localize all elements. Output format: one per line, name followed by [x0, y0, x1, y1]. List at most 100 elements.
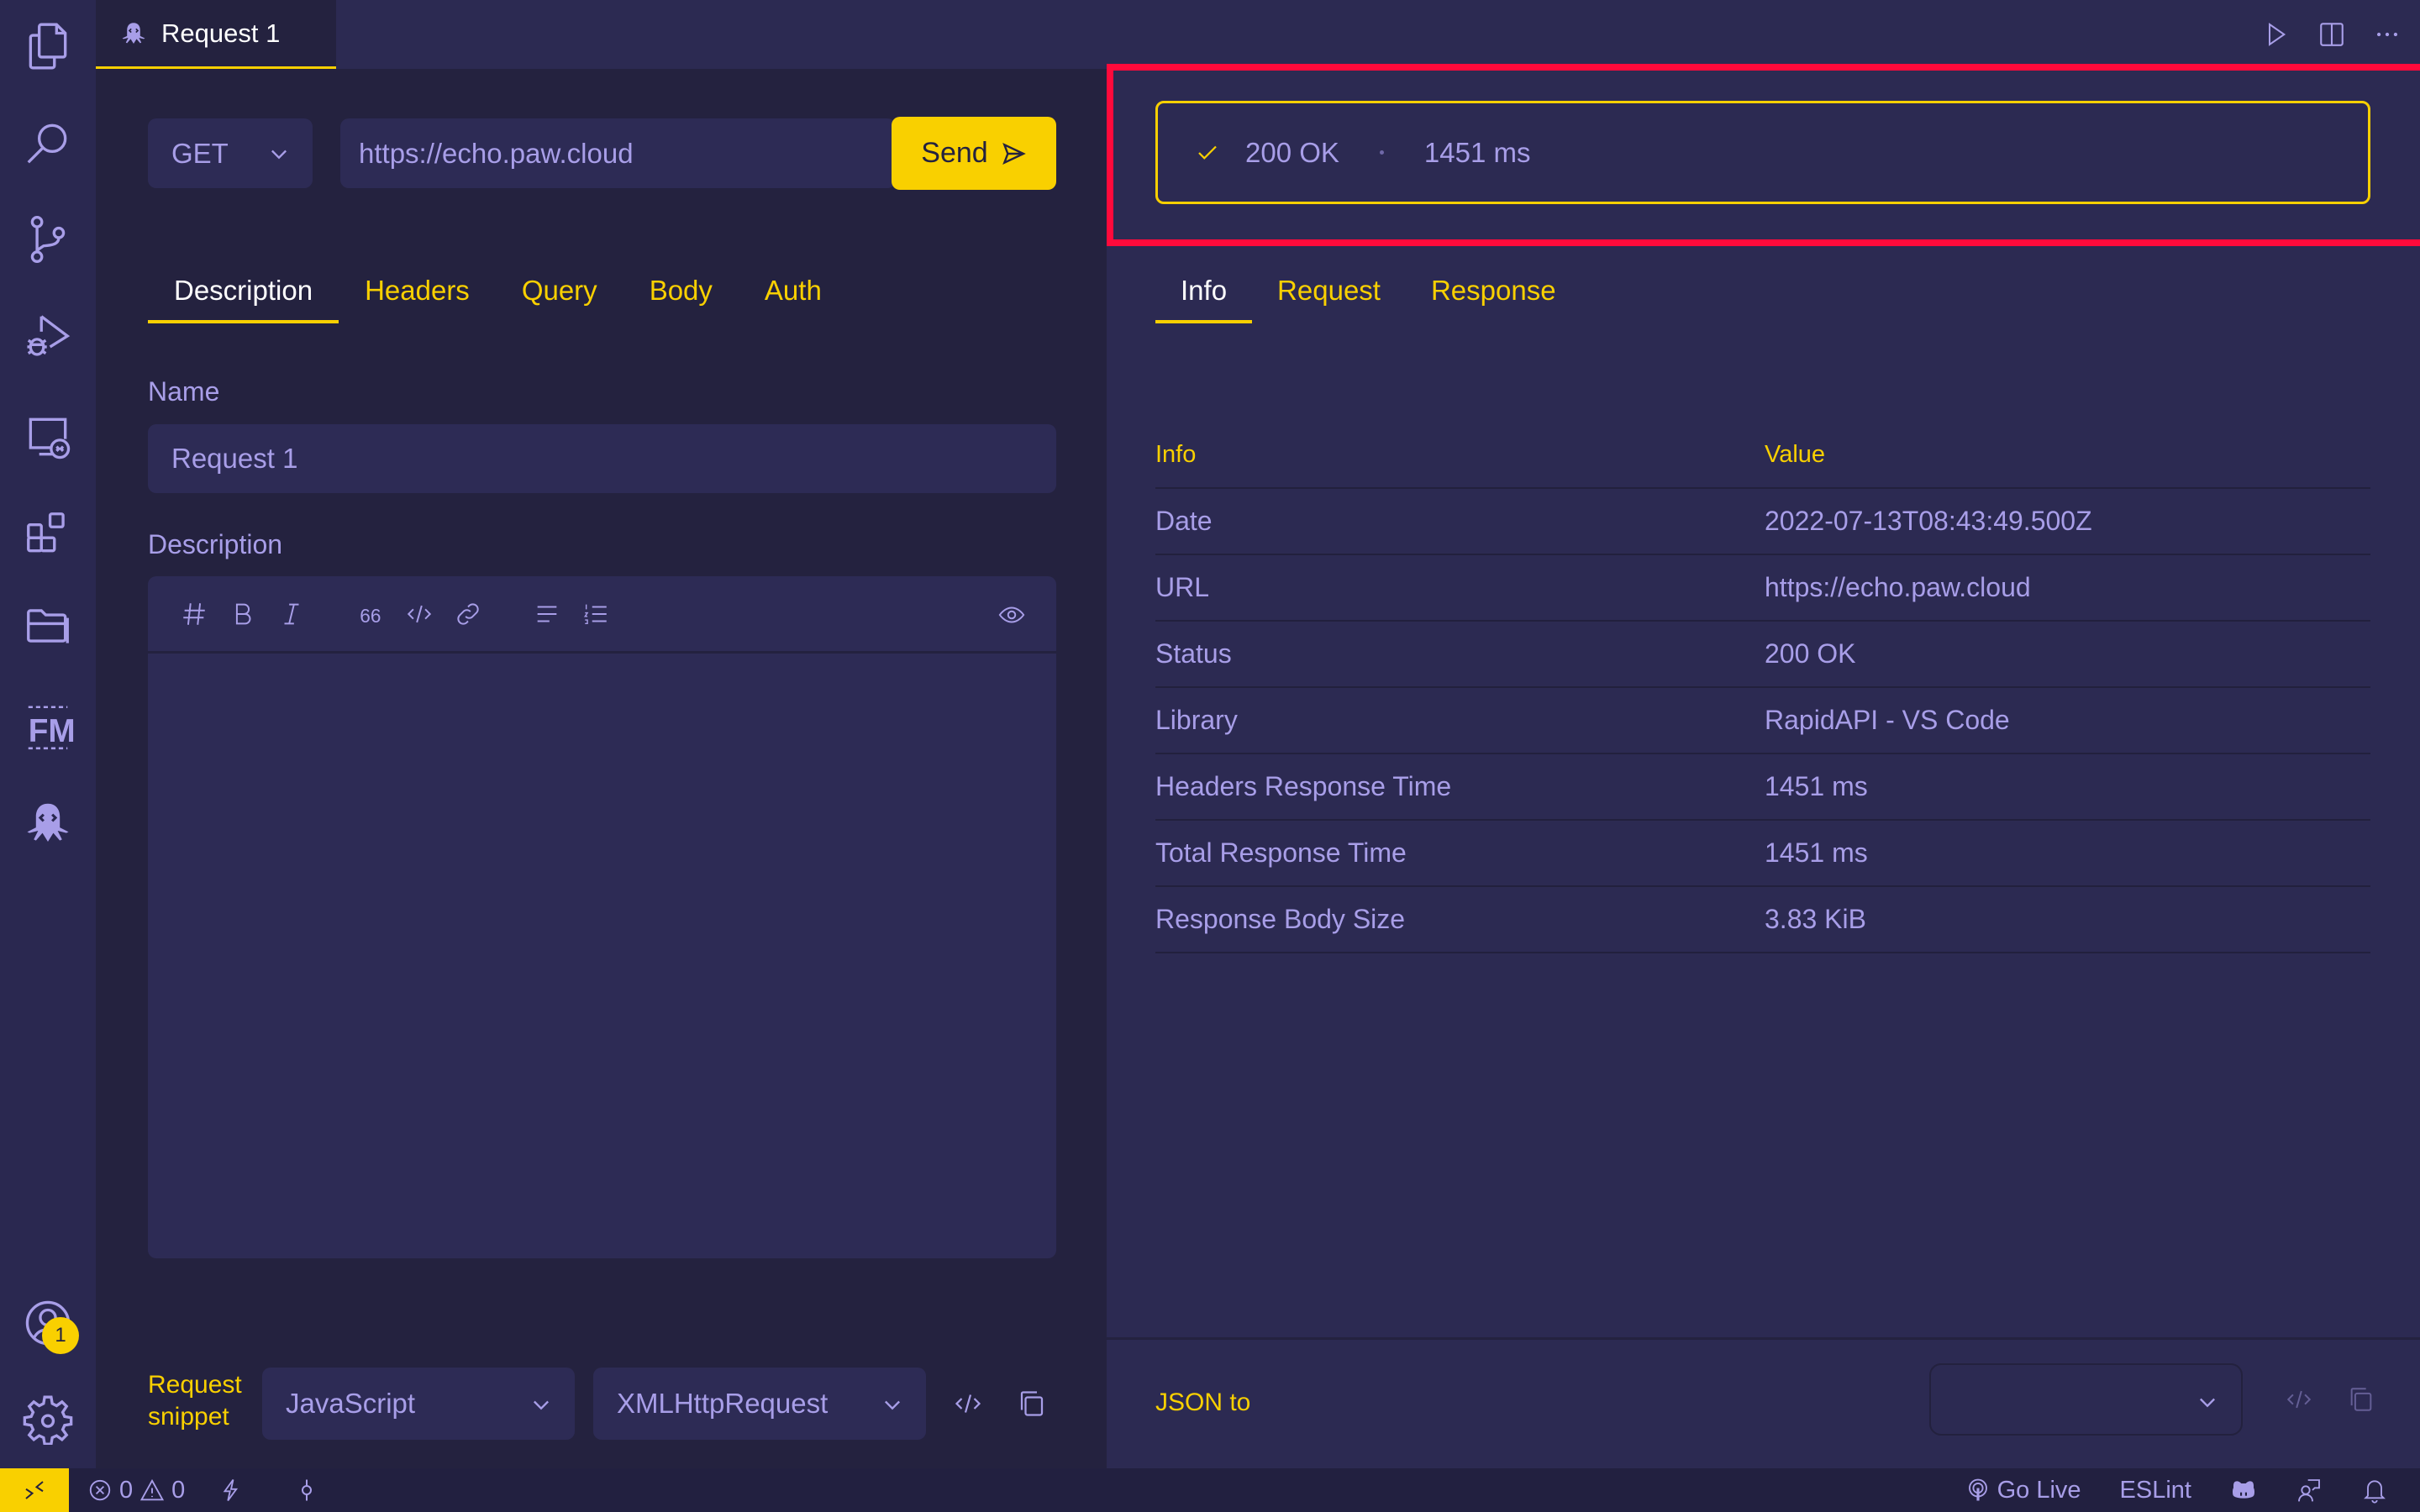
separator-dot — [1379, 150, 1384, 155]
preview-eye-icon[interactable] — [987, 591, 1036, 639]
chevron-down-icon — [267, 142, 291, 165]
json-generate-code-icon[interactable] — [2279, 1379, 2319, 1420]
copy-icon[interactable] — [1012, 1383, 1052, 1424]
method-select[interactable]: GET — [148, 118, 313, 188]
notifications-bell-icon[interactable] — [2353, 1468, 2396, 1512]
chevron-down-icon — [881, 1393, 904, 1416]
tab-request-1[interactable]: Request 1 — [96, 0, 336, 69]
tab-info[interactable]: Info — [1155, 258, 1253, 323]
lightning-icon[interactable] — [210, 1468, 252, 1512]
source-control-icon[interactable] — [18, 210, 77, 269]
go-live-button[interactable]: Go Live — [1957, 1468, 2090, 1512]
row-key: Library — [1155, 705, 1238, 735]
response-panel: 200 OK 1451 ms Info Request Response Inf… — [1107, 69, 2420, 1468]
chevron-down-icon — [529, 1393, 553, 1416]
go-live-label: Go Live — [1996, 1476, 2081, 1504]
heading-icon[interactable] — [170, 590, 218, 638]
run-debug-icon[interactable] — [18, 307, 77, 365]
request-snippet-label: Request snippet — [148, 1369, 242, 1433]
eslint-button[interactable]: ESLint — [2112, 1468, 2200, 1512]
row-key: Date — [1155, 506, 1213, 536]
row-value: 2022-07-13T08:43:49.500Z — [1765, 506, 2092, 536]
tab-query[interactable]: Query — [496, 258, 623, 323]
request-tabs: Description Headers Query Body Auth — [148, 258, 848, 323]
error-icon — [87, 1478, 113, 1503]
column-header-info: Info — [1155, 440, 1197, 468]
eslint-label: ESLint — [2119, 1476, 2191, 1504]
tab-response[interactable]: Response — [1406, 258, 1581, 323]
row-value: RapidAPI - VS Code — [1765, 705, 2010, 735]
name-value: Request 1 — [171, 443, 298, 474]
method-value: GET — [171, 137, 229, 169]
problems-indicator[interactable]: 0 0 — [79, 1468, 193, 1512]
split-editor-icon[interactable] — [2316, 18, 2348, 50]
tab-headers[interactable]: Headers — [339, 258, 496, 323]
send-button[interactable]: Send — [892, 117, 1056, 190]
tab-description[interactable]: Description — [148, 258, 339, 323]
description-editor[interactable]: 66 — [148, 576, 1056, 1258]
json-to-label: JSON to — [1155, 1389, 1251, 1416]
table-row: Response Body Size 3.83 KiB — [1155, 887, 2370, 953]
run-icon[interactable] — [2260, 18, 2292, 50]
table-row: Status 200 OK — [1155, 622, 2370, 688]
editor-toolbar: 66 — [148, 576, 1056, 654]
copilot-icon[interactable] — [2222, 1468, 2265, 1512]
code-icon[interactable] — [395, 590, 444, 638]
response-time: 1451 ms — [1423, 136, 1531, 168]
feedback-icon[interactable] — [2287, 1468, 2331, 1512]
search-icon[interactable] — [18, 113, 77, 172]
column-header-value: Value — [1765, 440, 1826, 468]
italic-icon[interactable] — [267, 590, 316, 638]
row-value: 3.83 KiB — [1765, 904, 1866, 934]
snippet-library-value: XMLHttpRequest — [617, 1388, 829, 1419]
response-status: 200 OK — [1245, 136, 1339, 168]
url-value: https://echo.paw.cloud — [359, 137, 634, 169]
accounts-badge: 1 — [42, 1317, 79, 1354]
activity-bar: FM 1 — [0, 0, 96, 1468]
project-manager-icon[interactable] — [18, 596, 77, 655]
bold-icon[interactable] — [218, 590, 267, 638]
remote-explorer-icon[interactable] — [18, 407, 77, 466]
check-icon — [1195, 140, 1220, 165]
more-actions-icon[interactable] — [2371, 18, 2403, 50]
row-key: Response Body Size — [1155, 904, 1406, 934]
status-bar: 0 0 Go Live ESLint — [0, 1468, 2420, 1512]
chevron-down-icon — [2196, 1390, 2219, 1414]
name-input[interactable]: Request 1 — [148, 424, 1056, 493]
response-tabs: Info Request Response — [1155, 258, 1581, 323]
table-row: Total Response Time 1451 ms — [1155, 821, 2370, 887]
url-input[interactable]: https://echo.paw.cloud — [340, 118, 896, 188]
svg-text:FM: FM — [29, 713, 74, 749]
json-to-select[interactable] — [1929, 1363, 2243, 1436]
rapidapi-icon — [119, 19, 148, 48]
json-copy-icon[interactable] — [2341, 1379, 2381, 1420]
tab-auth[interactable]: Auth — [739, 258, 848, 323]
generate-code-icon[interactable] — [948, 1383, 988, 1424]
bullet-list-icon[interactable] — [523, 590, 571, 638]
tab-request[interactable]: Request — [1252, 258, 1406, 323]
quote-icon[interactable]: 66 — [346, 590, 395, 638]
rapidapi-icon[interactable] — [18, 794, 77, 853]
row-key: Status — [1155, 638, 1232, 669]
row-key: Total Response Time — [1155, 837, 1407, 868]
broadcast-icon — [1965, 1478, 1991, 1503]
remote-indicator-icon[interactable] — [0, 1468, 69, 1512]
snippet-library-select[interactable]: XMLHttpRequest — [593, 1368, 926, 1440]
row-value: 1451 ms — [1765, 771, 1868, 801]
table-row: URL https://echo.paw.cloud — [1155, 555, 2370, 622]
request-panel: GET https://echo.paw.cloud Send Descript… — [96, 69, 1107, 1468]
settings-gear-icon[interactable] — [18, 1389, 77, 1448]
extensions-icon[interactable] — [18, 504, 77, 563]
tab-body[interactable]: Body — [623, 258, 739, 323]
row-value: 200 OK — [1765, 638, 1856, 669]
snippet-language-select[interactable]: JavaScript — [262, 1368, 575, 1440]
description-label: Description — [148, 529, 283, 559]
commit-icon[interactable] — [286, 1468, 328, 1512]
fm-icon[interactable]: FM — [18, 697, 77, 756]
warning-icon — [139, 1478, 165, 1503]
table-row: Library RapidAPI - VS Code — [1155, 688, 2370, 754]
row-key: Headers Response Time — [1155, 771, 1452, 801]
numbered-list-icon[interactable] — [571, 590, 620, 638]
link-icon[interactable] — [444, 590, 492, 638]
explorer-icon[interactable] — [18, 17, 77, 76]
